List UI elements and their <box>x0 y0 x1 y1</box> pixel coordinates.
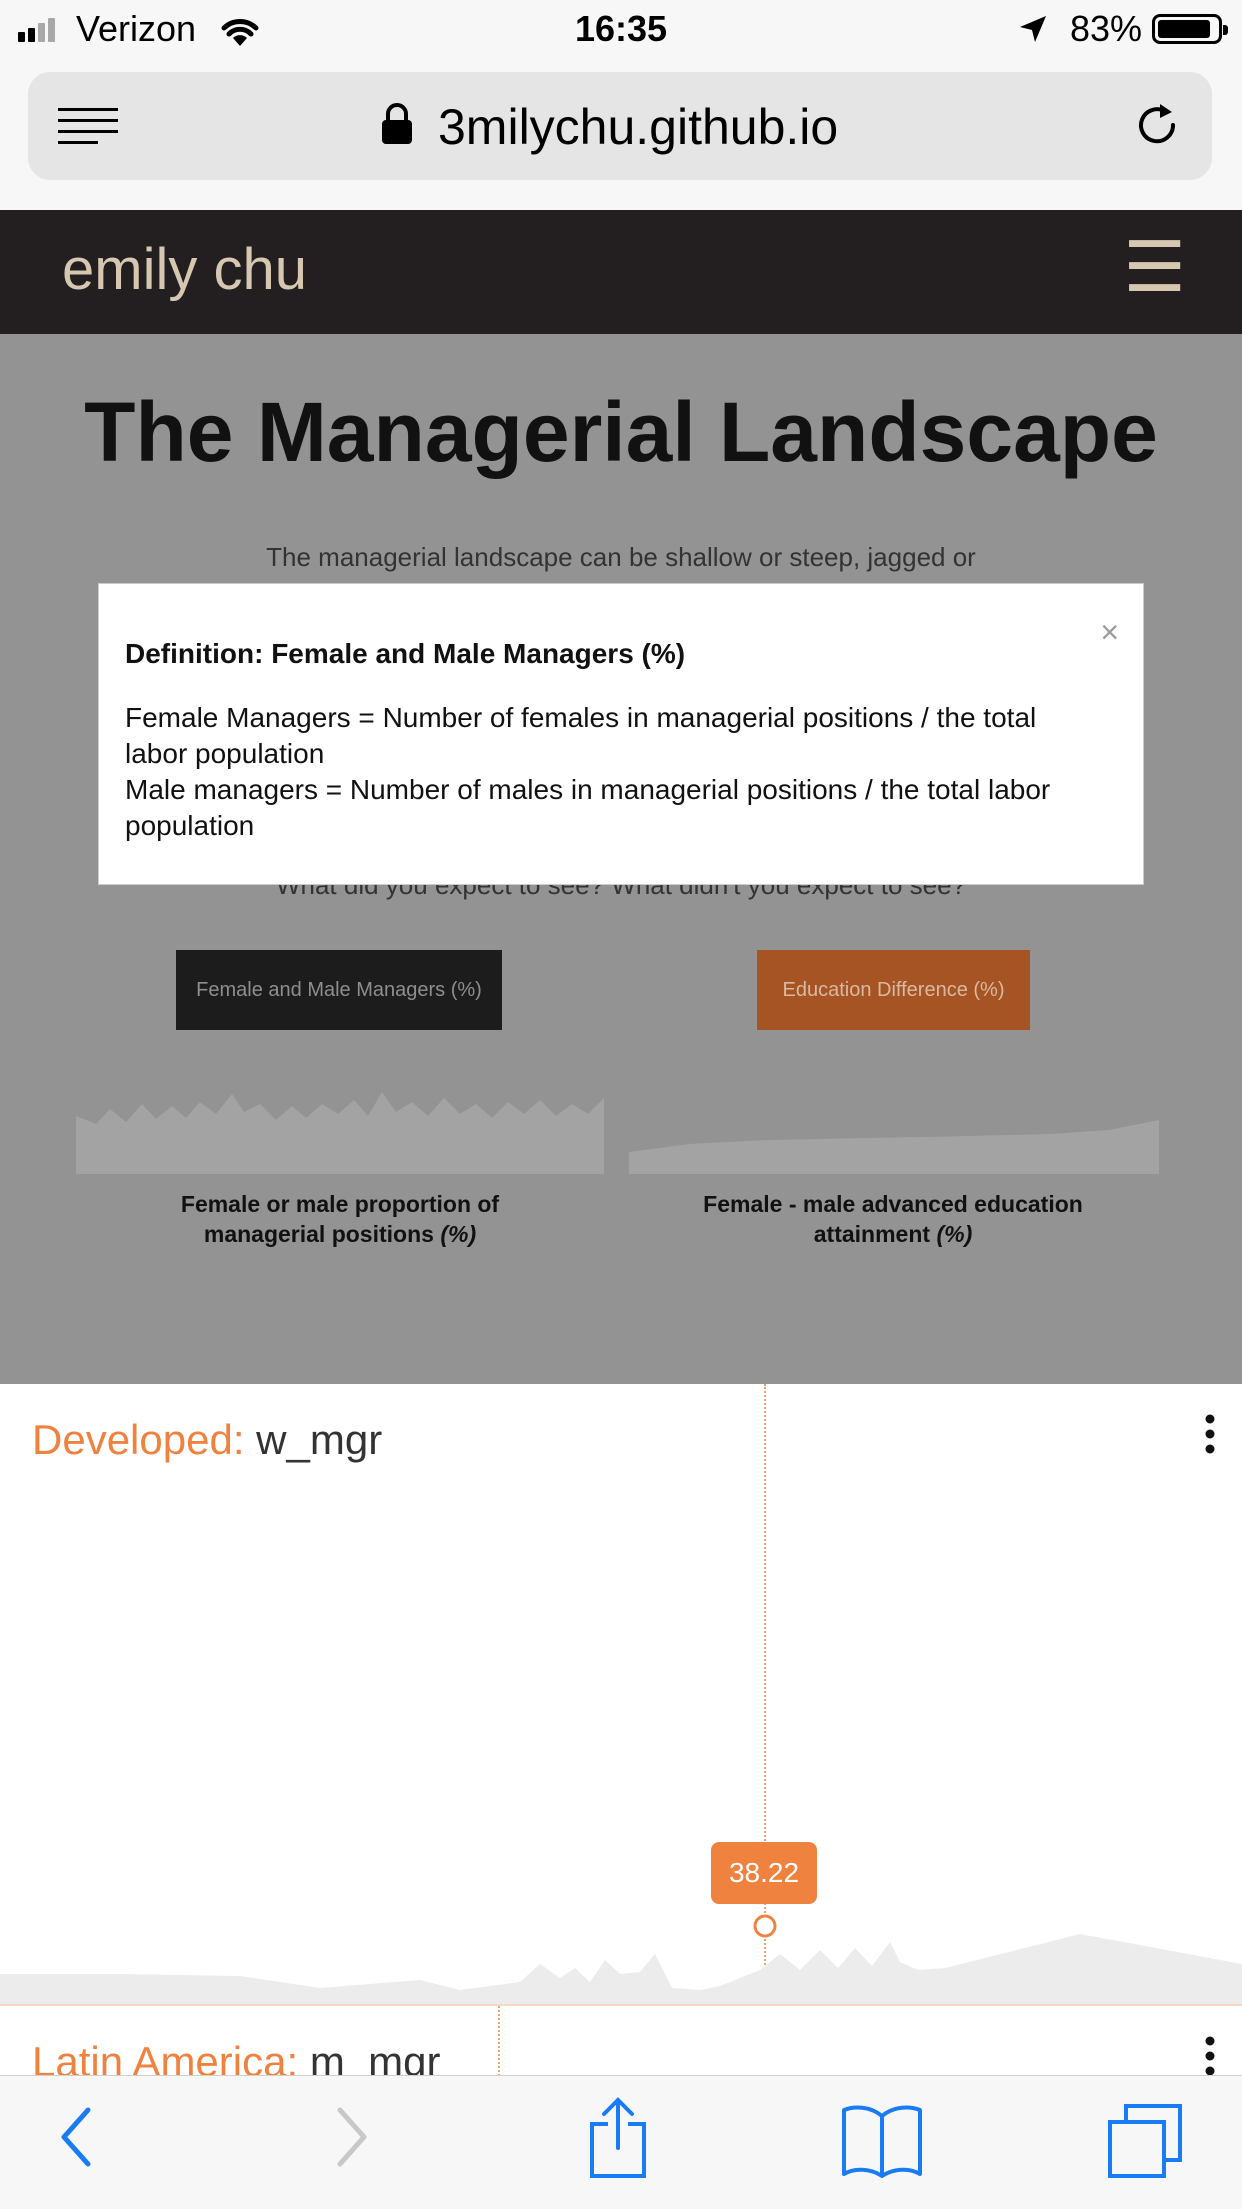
reload-icon[interactable] <box>1132 100 1182 150</box>
intro-text: The managerial landscape can be shallow … <box>266 542 976 572</box>
site-logo[interactable]: emily chu <box>62 236 307 303</box>
forward-arrow-icon[interactable] <box>332 2102 372 2172</box>
female-male-managers-button[interactable]: Female and Male Managers (%) <box>176 950 502 1030</box>
status-bar: Verizon 16:35 83% <box>0 0 1242 62</box>
value-tooltip: 38.22 <box>711 1842 817 1904</box>
more-options-icon[interactable] <box>1204 1414 1216 1454</box>
back-arrow-icon[interactable] <box>56 2102 96 2172</box>
education-sparkline <box>629 1120 1159 1174</box>
managers-sparkline <box>76 1092 604 1174</box>
url-text[interactable]: 3milychu.github.io <box>438 98 838 156</box>
region-name: Latin America: <box>32 2038 299 2076</box>
address-bar[interactable]: 3milychu.github.io <box>28 72 1212 180</box>
male-managers-definition: Male managers = Number of males in manag… <box>125 774 1051 841</box>
bookmarks-icon[interactable] <box>840 2102 924 2178</box>
more-options-icon[interactable] <box>1204 2036 1216 2076</box>
developed-chart-panel[interactable]: Developed: w_mgr 38.22 <box>0 1384 1242 2006</box>
battery-percentage: 83% <box>1069 8 1142 49</box>
battery-icon <box>1152 14 1228 44</box>
modal-title: Definition: Female and Male Managers (%) <box>125 638 686 669</box>
definition-modal: × Definition: Female and Male Managers (… <box>98 583 1144 885</box>
lock-icon <box>382 103 412 144</box>
panel-label: Developed: w_mgr <box>32 1416 382 1464</box>
browser-chrome: 3milychu.github.io <box>0 62 1242 210</box>
region-name: Developed: <box>32 1416 245 1463</box>
clock: 16:35 <box>574 8 668 49</box>
variable-name: m_mgr <box>309 2038 441 2076</box>
reader-view-icon[interactable] <box>58 106 120 146</box>
location-arrow-icon <box>1020 16 1046 42</box>
page-title: The Managerial Landscape <box>84 385 1158 479</box>
panel-label: Latin America: m_mgr <box>32 2038 441 2076</box>
hover-line <box>498 2006 500 2076</box>
variable-name: w_mgr <box>256 1416 383 1463</box>
share-icon[interactable] <box>586 2096 650 2180</box>
close-icon[interactable]: × <box>1100 614 1119 651</box>
education-difference-button[interactable]: Education Difference (%) <box>757 950 1030 1030</box>
hover-point-marker <box>753 1914 777 1938</box>
female-managers-definition: Female Managers = Number of females in m… <box>125 702 1037 769</box>
hamburger-menu-icon[interactable]: ☰ <box>1123 232 1186 302</box>
education-caption: Female - male advanced education attainm… <box>703 1191 1083 1247</box>
developed-area-chart <box>0 1934 1242 2004</box>
site-header: emily chu ☰ <box>0 210 1242 334</box>
tabs-icon[interactable] <box>1106 2102 1184 2180</box>
latin-america-chart-panel[interactable]: Latin America: m_mgr <box>0 2006 1242 2076</box>
browser-toolbar <box>0 2075 1242 2209</box>
managers-caption: Female or male proportion of managerial … <box>180 1191 500 1247</box>
